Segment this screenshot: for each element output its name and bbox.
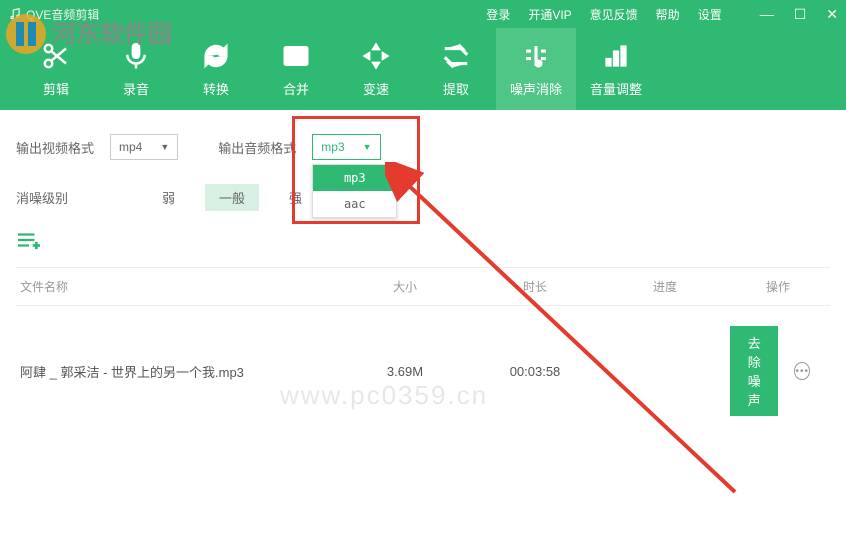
dropdown-option-mp3[interactable]: mp3 bbox=[313, 165, 396, 191]
audio-format-select[interactable]: mp3▼ bbox=[312, 134, 380, 160]
file-size: 3.69M bbox=[340, 364, 470, 379]
login-link[interactable]: 登录 bbox=[486, 6, 510, 23]
tab-speed[interactable]: 变速 bbox=[336, 28, 416, 110]
tab-denoise[interactable]: 噪声消除 bbox=[496, 28, 576, 110]
audio-format-label: 输出音频格式 bbox=[218, 138, 296, 157]
app-title: QVE音频剪辑 bbox=[8, 6, 99, 23]
chevron-down-icon: ▼ bbox=[160, 142, 169, 152]
denoise-level-label: 消噪级别 bbox=[16, 188, 68, 207]
table-header: 文件名称 大小 时长 进度 操作 bbox=[16, 267, 830, 306]
file-duration: 00:03:58 bbox=[470, 364, 600, 379]
file-name: 阿肆 _ 郭采洁 - 世界上的另一个我.mp3 bbox=[20, 362, 340, 381]
video-format-select[interactable]: mp4▼ bbox=[110, 134, 178, 160]
tab-merge[interactable]: 合并 bbox=[256, 28, 336, 110]
denoise-normal[interactable]: 一般 bbox=[205, 184, 259, 211]
feedback-link[interactable]: 意见反馈 bbox=[590, 6, 638, 23]
video-format-label: 输出视频格式 bbox=[16, 138, 94, 157]
audio-format-dropdown: mp3 aac bbox=[312, 164, 397, 218]
add-file-button[interactable] bbox=[16, 229, 830, 251]
tab-trim[interactable]: 剪辑 bbox=[16, 28, 96, 110]
vip-link[interactable]: 开通VIP bbox=[528, 6, 571, 23]
tab-volume[interactable]: 音量调整 bbox=[576, 28, 656, 110]
help-link[interactable]: 帮助 bbox=[656, 6, 680, 23]
tab-extract[interactable]: 提取 bbox=[416, 28, 496, 110]
table-row: 阿肆 _ 郭采洁 - 世界上的另一个我.mp3 3.69M 00:03:58 去… bbox=[16, 306, 830, 436]
denoise-action-button[interactable]: 去除噪声 bbox=[730, 326, 778, 416]
denoise-weak[interactable]: 弱 bbox=[148, 184, 189, 211]
maximize-button[interactable]: ☐ bbox=[794, 7, 807, 21]
settings-link[interactable]: 设置 bbox=[698, 6, 722, 23]
chevron-down-icon: ▼ bbox=[363, 142, 372, 152]
dropdown-option-aac[interactable]: aac bbox=[313, 191, 396, 217]
more-icon[interactable]: ••• bbox=[794, 362, 810, 380]
tab-record[interactable]: 录音 bbox=[96, 28, 176, 110]
minimize-button[interactable]: — bbox=[760, 7, 774, 21]
denoise-strong[interactable]: 强 bbox=[275, 184, 316, 211]
close-button[interactable]: ✕ bbox=[826, 7, 838, 21]
tab-convert[interactable]: 转换 bbox=[176, 28, 256, 110]
